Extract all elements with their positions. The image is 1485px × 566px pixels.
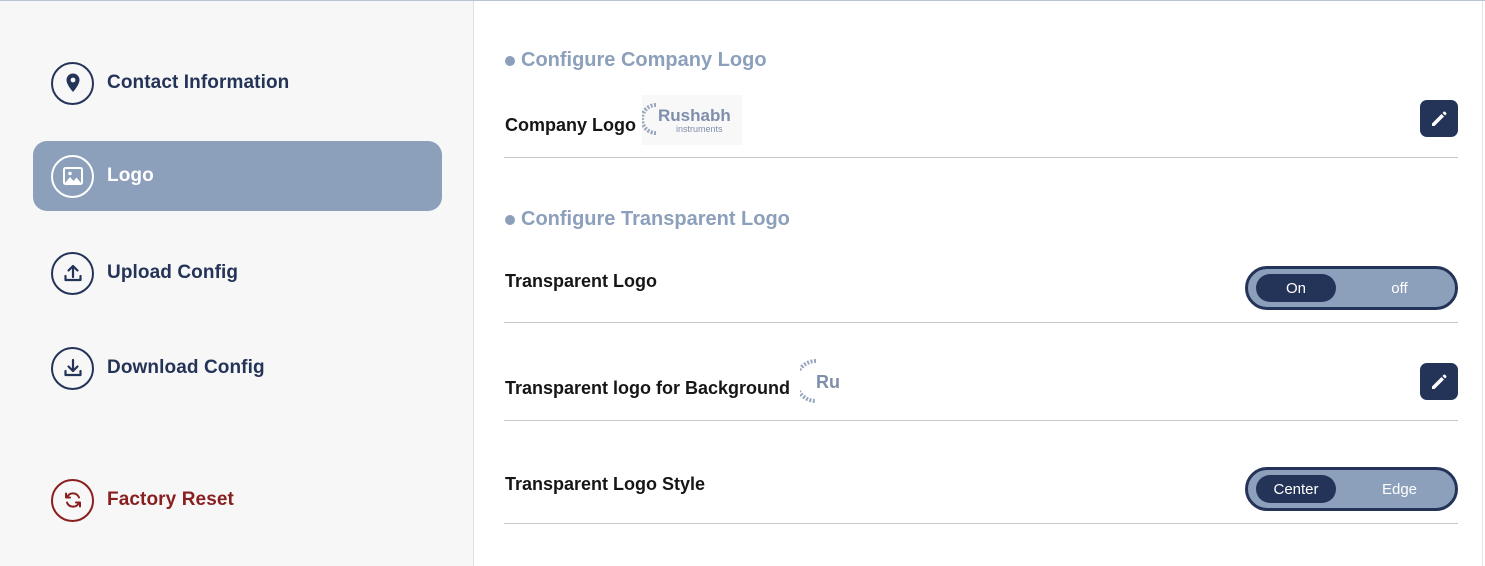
section-title-text: Configure Transparent Logo: [521, 208, 790, 230]
divider: [504, 523, 1458, 524]
sidebar: Contact Information Logo Upload Config D…: [0, 1, 474, 566]
svg-text:instruments: instruments: [676, 124, 723, 134]
content-right-border: [1482, 1, 1483, 566]
company-logo-image: Rushabh instruments: [642, 95, 742, 145]
transparent-background-logo-label: Transparent logo for Background: [505, 378, 791, 398]
transparent-background-logo-image: Ru: [800, 357, 842, 405]
image-icon: [51, 154, 94, 198]
divider: [504, 420, 1458, 421]
toggle-option-off[interactable]: off: [1352, 274, 1447, 302]
sidebar-item-label: Contact Information: [107, 72, 290, 93]
transparent-logo-style-toggle[interactable]: Center Edge: [1245, 467, 1458, 511]
sidebar-item-upload-config[interactable]: Upload Config: [33, 238, 442, 308]
edit-company-logo-button[interactable]: [1420, 100, 1458, 137]
toggle-option-center[interactable]: Center: [1256, 475, 1336, 503]
location-pin-icon: [51, 61, 94, 105]
sidebar-item-contact-information[interactable]: Contact Information: [33, 48, 442, 118]
section-title-transparent-logo: Configure Transparent Logo: [505, 208, 790, 231]
sidebar-item-label: Factory Reset: [107, 489, 234, 510]
bullet-dot: [505, 55, 515, 66]
transparent-logo-toggle[interactable]: On off: [1245, 266, 1458, 310]
pencil-icon: [1432, 111, 1447, 126]
pencil-icon: [1432, 374, 1447, 389]
divider: [504, 157, 1458, 158]
sidebar-item-label: Upload Config: [107, 262, 239, 283]
edit-transparent-logo-button[interactable]: [1420, 363, 1458, 400]
company-logo-label: Company Logo: [505, 115, 636, 135]
upload-icon: [51, 251, 94, 295]
divider: [504, 322, 1458, 323]
transparent-logo-style-label: Transparent Logo Style: [505, 474, 706, 494]
download-icon: [51, 346, 94, 390]
toggle-option-on[interactable]: On: [1256, 274, 1336, 302]
refresh-icon: [51, 478, 94, 522]
toggle-option-edge[interactable]: Edge: [1352, 475, 1447, 503]
sidebar-item-logo[interactable]: Logo: [33, 141, 442, 211]
sidebar-item-label: Download Config: [107, 357, 265, 378]
sidebar-item-label: Logo: [107, 165, 154, 186]
sidebar-item-factory-reset[interactable]: Factory Reset: [33, 465, 442, 535]
bullet-dot: [505, 214, 515, 225]
section-title-company-logo: Configure Company Logo: [505, 49, 767, 72]
svg-text:Rushabh: Rushabh: [658, 106, 731, 125]
sidebar-item-download-config[interactable]: Download Config: [33, 333, 442, 403]
section-title-text: Configure Company Logo: [521, 49, 767, 71]
svg-text:Ru: Ru: [816, 372, 840, 392]
transparent-logo-label: Transparent Logo: [505, 271, 658, 291]
